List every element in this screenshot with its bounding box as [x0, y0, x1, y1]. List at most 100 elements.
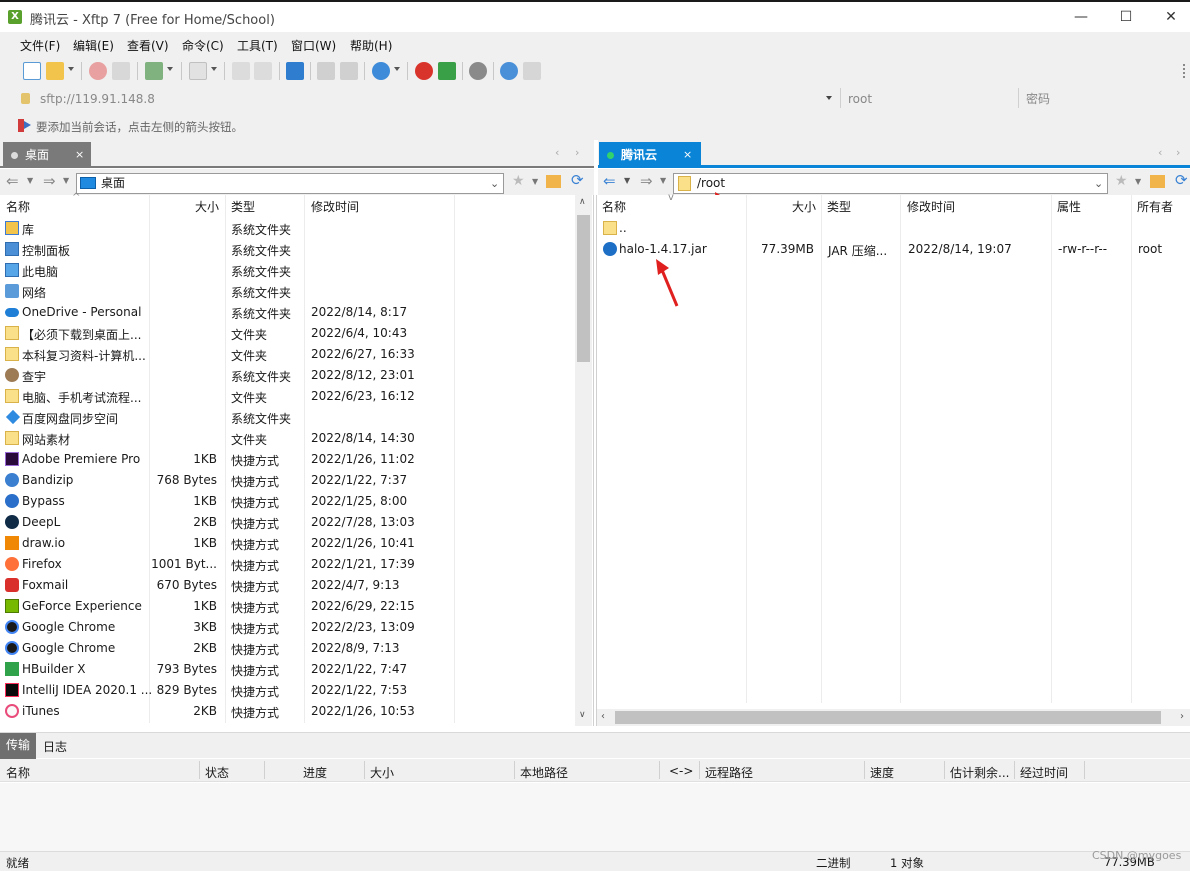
col-xfer-speed[interactable]: 速度	[870, 764, 894, 781]
paste-icon[interactable]	[254, 62, 272, 80]
globe-icon[interactable]	[372, 62, 390, 80]
scroll-thumb[interactable]	[577, 215, 590, 362]
path-dropdown-icon[interactable]: ⌄	[1094, 174, 1103, 193]
globe-dropdown-icon[interactable]	[394, 67, 400, 71]
sync-icon[interactable]	[340, 62, 358, 80]
table-row[interactable]: 本科复习资料-计算机... 文件夹 2022/6/27, 16:33	[0, 344, 575, 365]
col-owner[interactable]: 所有者	[1137, 198, 1173, 215]
col-xfer-elapsed[interactable]: 经过时间	[1020, 764, 1068, 781]
table-row[interactable]: 网站素材 文件夹 2022/8/14, 14:30	[0, 428, 575, 449]
table-row[interactable]: 控制面板 系统文件夹	[0, 239, 575, 260]
bookmark-dropdown-icon[interactable]: ▼	[1135, 177, 1141, 186]
table-row[interactable]: 【必须下载到桌面上... 文件夹 2022/6/4, 10:43	[0, 323, 575, 344]
col-size[interactable]: 大小	[792, 198, 816, 215]
table-row[interactable]: DeepL 2KB 快捷方式 2022/7/28, 13:03	[0, 512, 575, 533]
refresh-icon[interactable]: ⟳	[1175, 171, 1188, 189]
duplicate-icon[interactable]	[317, 62, 335, 80]
terminal-icon[interactable]	[189, 62, 207, 80]
refresh-icon[interactable]: ⟳	[571, 171, 584, 189]
col-xfer-progress[interactable]: 进度	[303, 764, 327, 781]
scroll-thumb[interactable]	[615, 711, 1161, 724]
parent-folder-icon[interactable]	[1150, 175, 1165, 188]
parent-folder-icon[interactable]	[546, 175, 561, 188]
table-row[interactable]: 百度网盘同步空间 系统文件夹	[0, 407, 575, 428]
tab-log[interactable]: 日志	[43, 738, 67, 755]
col-xfer-name[interactable]: 名称	[6, 764, 30, 781]
reconnect-icon[interactable]	[112, 62, 130, 80]
scroll-up-icon[interactable]: ∧	[579, 197, 586, 207]
table-row[interactable]: Adobe Premiere Pro 1KB 快捷方式 2022/1/26, 11:0…	[0, 449, 575, 470]
copy-icon[interactable]	[232, 62, 250, 80]
back-arrow-icon[interactable]: ⇐	[603, 172, 616, 190]
col-xfer-remote-path[interactable]: 远程路径	[705, 764, 753, 781]
forward-arrow-icon[interactable]: ⇒	[43, 172, 56, 190]
col-type[interactable]: 类型	[231, 198, 255, 215]
scroll-left-icon[interactable]: ‹	[601, 711, 605, 722]
col-xfer-direction[interactable]: <->	[669, 764, 693, 778]
table-row[interactable]: iTunes 2KB 快捷方式 2022/1/26, 10:53	[0, 701, 575, 722]
table-row[interactable]: IntelliJ IDEA 2020.1 ... 829 Bytes 快捷方式 202…	[0, 680, 575, 701]
maximize-button[interactable]: ☐	[1111, 6, 1141, 28]
bookmark-star-icon[interactable]: ★	[1115, 173, 1128, 189]
col-modified[interactable]: 修改时间	[907, 198, 955, 215]
col-type[interactable]: 类型	[827, 198, 851, 215]
table-row[interactable]: 此电脑 系统文件夹	[0, 260, 575, 281]
close-button[interactable]: ✕	[1156, 6, 1186, 28]
table-row[interactable]: draw.io 1KB 快捷方式 2022/1/26, 10:41	[0, 533, 575, 554]
bookmark-dropdown-icon[interactable]: ▼	[532, 177, 538, 186]
help-icon[interactable]	[500, 62, 518, 80]
settings-gear-icon[interactable]	[469, 62, 487, 80]
forward-dropdown-icon[interactable]: ▼	[63, 176, 69, 185]
menu-command[interactable]: 命令(C)	[182, 37, 224, 54]
col-xfer-status[interactable]: 状态	[205, 764, 229, 781]
col-xfer-size[interactable]: 大小	[370, 764, 394, 781]
disconnect-icon[interactable]	[89, 62, 107, 80]
table-row[interactable]: 电脑、手机考试流程... 文件夹 2022/6/23, 16:12	[0, 386, 575, 407]
back-arrow-icon[interactable]: ⇐	[6, 172, 19, 190]
password-input[interactable]: 密码	[1020, 88, 1186, 110]
minimize-button[interactable]: —	[1066, 6, 1096, 28]
chat-icon[interactable]	[523, 62, 541, 80]
toolbar-overflow-handle[interactable]	[1183, 64, 1185, 78]
add-session-arrow-icon[interactable]	[24, 121, 31, 129]
back-dropdown-icon[interactable]: ▼	[624, 176, 630, 185]
menu-help[interactable]: 帮助(H)	[350, 37, 392, 54]
forward-arrow-icon[interactable]: ⇒	[640, 172, 653, 190]
table-row[interactable]: GeForce Experience 1KB 快捷方式 2022/6/29, 22:1…	[0, 596, 575, 617]
transfer-list[interactable]	[0, 783, 1190, 851]
forward-dropdown-icon[interactable]: ▼	[660, 176, 666, 185]
col-name[interactable]: 名称	[6, 198, 30, 215]
table-row[interactable]: ..	[597, 218, 1190, 239]
scroll-down-icon[interactable]: ∨	[579, 710, 586, 720]
bookmark-star-icon[interactable]: ★	[512, 173, 525, 189]
tab-close-icon[interactable]: ×	[75, 142, 84, 168]
path-dropdown-icon[interactable]: ⌄	[490, 174, 499, 193]
table-row[interactable]: halo-1.4.17.jar 77.39MB JAR 压缩... 2022/8/14…	[597, 239, 1190, 260]
col-xfer-eta[interactable]: 估计剩余...	[950, 764, 1009, 781]
tab-transfers[interactable]: 传输	[0, 733, 36, 759]
xshell-icon[interactable]	[415, 62, 433, 80]
col-modified[interactable]: 修改时间	[311, 198, 359, 215]
tab-local-desktop[interactable]: 桌面 ×	[3, 142, 91, 168]
local-vertical-scrollbar[interactable]: ∧ ∨	[575, 195, 592, 726]
col-name[interactable]: 名称	[602, 198, 626, 215]
new-folder-icon[interactable]	[145, 62, 163, 80]
open-folder-icon[interactable]	[46, 62, 64, 80]
transfer-icon[interactable]	[286, 62, 304, 80]
menu-file[interactable]: 文件(F)	[20, 37, 60, 54]
table-row[interactable]: Google Chrome 3KB 快捷方式 2022/2/23, 13:09	[0, 617, 575, 638]
back-dropdown-icon[interactable]: ▼	[27, 176, 33, 185]
host-dropdown-icon[interactable]	[826, 96, 832, 100]
menu-tools[interactable]: 工具(T)	[237, 37, 278, 54]
menu-window[interactable]: 窗口(W)	[291, 37, 336, 54]
open-dropdown-icon[interactable]	[68, 67, 74, 71]
remote-path-field[interactable]: /root ⌄	[673, 173, 1108, 194]
remote-horizontal-scrollbar[interactable]: ‹ ›	[597, 709, 1190, 726]
scroll-right-icon[interactable]: ›	[1180, 711, 1184, 722]
table-row[interactable]: 查宇 系统文件夹 2022/8/12, 23:01	[0, 365, 575, 386]
table-row[interactable]: 库 系统文件夹	[0, 218, 575, 239]
col-xfer-local-path[interactable]: 本地路径	[520, 764, 568, 781]
new-session-icon[interactable]	[23, 62, 41, 80]
tab-scroll-left-icon[interactable]: ‹	[1158, 146, 1162, 159]
table-row[interactable]: 网络 系统文件夹	[0, 281, 575, 302]
